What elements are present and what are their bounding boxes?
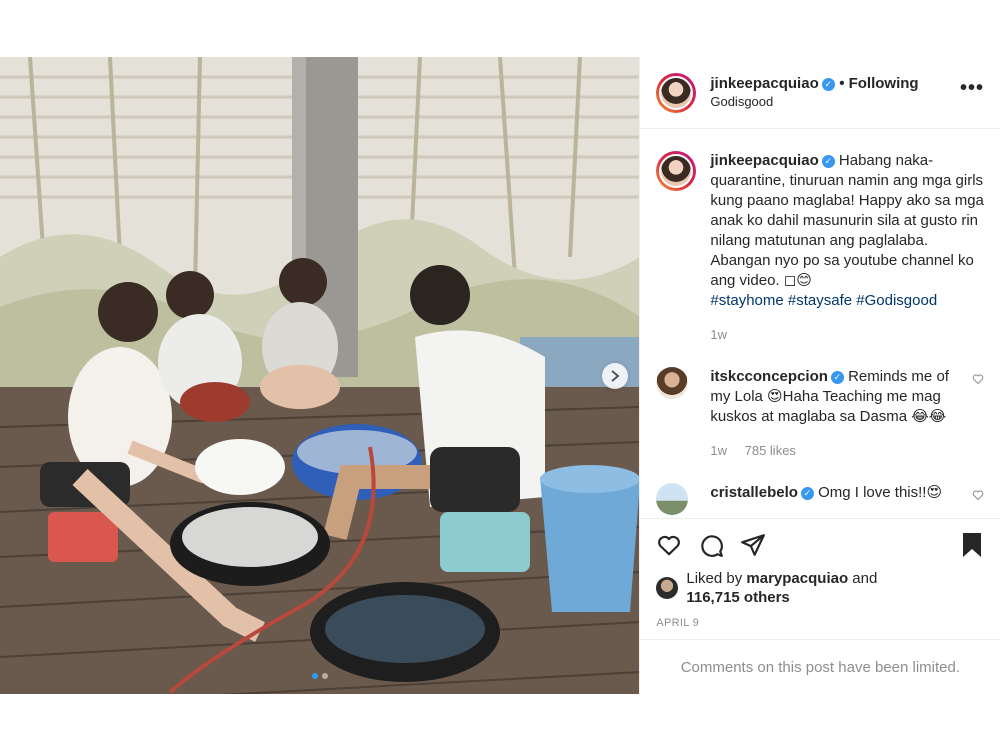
comment-item: cristallebelo ✓ Omg I love this!!😍 — [656, 483, 984, 515]
caption-hashtags[interactable]: #stayhome #staysafe #Godisgood — [710, 291, 984, 311]
author-avatar[interactable] — [656, 72, 697, 113]
comment-username[interactable]: cristallebelo — [710, 484, 798, 501]
post-side-panel: jinkeepacquiao ✓ • Following Godisgood ••… — [639, 57, 1000, 694]
post-actions: Liked by marypacquiao and 116,715 others… — [640, 518, 1000, 638]
comments-list: jinkeepacquiao ✓ Habang naka-quarantine, … — [640, 129, 1000, 519]
comments-limited-notice: Comments on this post have been limited. — [640, 639, 1000, 695]
verified-badge-icon: ✓ — [800, 487, 814, 500]
post-date[interactable]: APRIL 9 — [656, 617, 984, 629]
verified-badge-icon: ✓ — [830, 371, 844, 384]
verified-badge-icon: ✓ — [821, 155, 835, 168]
carousel-dot-active — [311, 673, 318, 679]
carousel-next-button[interactable] — [602, 363, 628, 389]
follow-status-button[interactable]: Following — [849, 75, 919, 92]
comment-like-heart-icon[interactable] — [972, 373, 984, 385]
verified-badge-icon: ✓ — [821, 77, 835, 91]
bookmark-saved-icon[interactable] — [960, 531, 984, 559]
comment-time[interactable]: 1w — [710, 443, 727, 458]
comment-bubble-icon[interactable] — [698, 532, 724, 558]
commenter-avatar[interactable] — [656, 367, 689, 399]
liker-avatar[interactable] — [656, 577, 679, 599]
caption-time[interactable]: 1w — [710, 327, 727, 342]
carousel-dot — [321, 673, 328, 679]
liked-by: Liked by marypacquiao and 116,715 others — [656, 569, 984, 607]
chevron-right-icon — [611, 370, 620, 382]
like-heart-icon[interactable] — [656, 532, 682, 558]
follow-status-separator: • — [839, 74, 849, 92]
comment-username[interactable]: itskcconcepcion — [710, 368, 828, 385]
carousel-dots — [0, 673, 639, 679]
liked-by-user[interactable]: marypacquiao — [746, 570, 848, 587]
family-washing-clothes-photo — [0, 57, 640, 694]
caption-avatar[interactable] — [656, 151, 697, 191]
post-location[interactable]: Godisgood — [710, 93, 960, 111]
share-paper-plane-icon[interactable] — [740, 532, 766, 558]
comment-likes[interactable]: 785 likes — [745, 443, 796, 458]
post-photo[interactable] — [0, 57, 640, 694]
author-username[interactable]: jinkeepacquiao — [710, 75, 818, 92]
liked-by-suffix: and — [848, 570, 878, 587]
post-header: jinkeepacquiao ✓ • Following Godisgood ••… — [640, 57, 1000, 129]
liked-by-others[interactable]: 116,715 others — [686, 589, 789, 606]
instagram-post: jinkeepacquiao ✓ • Following Godisgood ••… — [0, 57, 1000, 694]
more-options-icon[interactable]: ••• — [960, 77, 984, 108]
caption-text: Habang naka-quarantine, tinuruan namin a… — [710, 152, 984, 289]
liked-by-prefix: Liked by — [686, 570, 747, 587]
commenter-avatar[interactable] — [656, 483, 689, 515]
caption-username[interactable]: jinkeepacquiao — [710, 152, 818, 169]
caption: jinkeepacquiao ✓ Habang naka-quarantine, … — [656, 151, 984, 345]
comment-text: Omg I love this!!😍 — [818, 484, 943, 501]
comment-item: itskcconcepcion ✓ Reminds me of my Lola 😍… — [656, 367, 984, 461]
comment-like-heart-icon[interactable] — [972, 489, 984, 501]
